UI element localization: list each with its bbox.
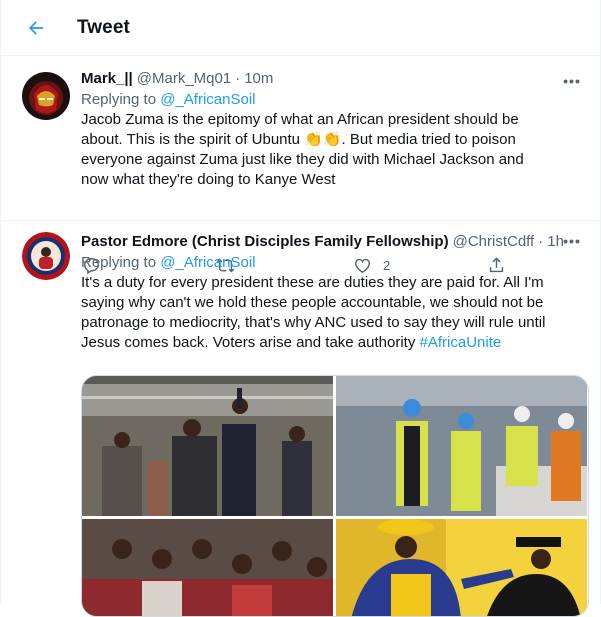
more-icon: ••• [563,233,581,249]
separator-dot: · [538,233,544,250]
media-photo[interactable] [336,519,587,616]
tweet-meta: Mark_|| @Mark_Mq01 · 10m [81,69,584,89]
avatar[interactable] [22,72,70,120]
page-title: Tweet [77,16,130,38]
tweet-text: It's a duty for every president these ar… [81,273,581,353]
clapping-hands-emoji: 👏👏 [304,131,342,148]
replying-to-link[interactable]: @_AfricanSoil [160,91,255,108]
media-photo[interactable] [336,376,587,516]
tweet-media-grid [81,375,589,617]
reply-tweet[interactable]: ••• Mark_|| @Mark_Mq01 · 10m Replying to… [1,56,600,275]
back-button[interactable] [18,10,54,46]
more-button[interactable]: ••• [558,71,586,91]
tweet-time[interactable]: 10m [244,69,273,89]
avatar[interactable] [22,232,70,280]
replying-prefix: Replying to [81,254,157,271]
tweet-page: Tweet ••• Mark_|| @Mark_Mq01 · 10m Reply… [0,0,601,617]
media-photo[interactable] [82,376,333,516]
tweet-meta: Pastor Edmore (Christ Disciples Family F… [81,232,584,252]
author-name[interactable]: Mark_|| [81,69,133,89]
arrow-left-icon [29,20,44,35]
author-handle[interactable]: @ChristCdff [453,232,535,252]
author-name[interactable]: Pastor Edmore (Christ Disciples Family F… [81,232,449,252]
author-handle[interactable]: @Mark_Mq01 [137,69,231,89]
more-icon: ••• [563,73,581,89]
replying-prefix: Replying to [81,91,157,108]
page-header: Tweet [1,0,600,56]
tweet-text: Jacob Zuma is the epitomy of what an Afr… [81,110,551,190]
replying-to: Replying to @_AfricanSoil [81,90,584,110]
media-photo[interactable] [82,519,333,616]
hashtag-link[interactable]: #AfricaUnite [420,334,502,351]
separator-dot: · [235,70,241,87]
replying-to-link[interactable]: @_AfricanSoil [160,254,255,271]
more-button[interactable]: ••• [558,231,586,251]
replying-to: Replying to @_AfricanSoil [81,253,584,273]
